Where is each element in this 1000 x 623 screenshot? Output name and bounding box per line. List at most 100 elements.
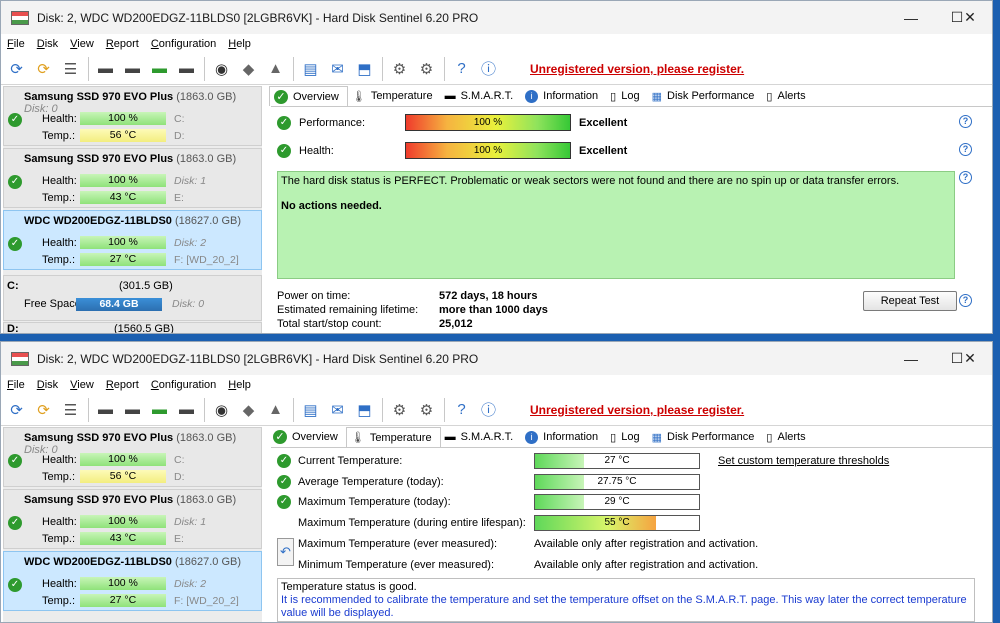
menu-view[interactable]: View [70, 38, 94, 50]
temp-row-label: Average Temperature (today): [298, 475, 444, 488]
refresh-all-icon[interactable]: ⟳ [32, 399, 55, 421]
temp-status-text: Temperature status is good. [281, 581, 417, 593]
eraser-icon[interactable]: ◆ [237, 399, 260, 421]
tab-information[interactable]: i Information [521, 427, 606, 447]
temp-row-label: Maximum Temperature (during entire lifes… [298, 516, 526, 529]
help-icon[interactable]: ? [959, 115, 972, 128]
mail-icon[interactable]: ✉ [326, 399, 349, 421]
title-bar[interactable]: Disk: 2, WDC WD200EDGZ-11BLDS0 [2LGBR6VK… [1, 1, 992, 34]
temp-label: Temp.: [42, 191, 76, 204]
unregistered-link[interactable]: Unregistered version, please register. [530, 403, 744, 417]
tab-overview[interactable]: ✓ Overview [269, 86, 348, 106]
menu-disk[interactable]: Disk [37, 38, 58, 50]
menu-report[interactable]: Report [106, 38, 139, 50]
menu-file[interactable]: File [7, 38, 25, 50]
settings-icon[interactable]: ⚙ [415, 58, 438, 80]
menu-help[interactable]: Help [228, 38, 251, 50]
disk-icon[interactable]: ▬ [94, 399, 117, 421]
tab-smart[interactable]: ▬ S.M.A.R.T. [441, 427, 522, 447]
info-icon[interactable]: ⓘ [477, 58, 500, 80]
threshold-link[interactable]: Set custom temperature thresholds [718, 455, 889, 467]
menu-configuration[interactable]: Configuration [151, 38, 216, 50]
partition-d[interactable]: D: (1560.5 GB) [3, 322, 262, 333]
help-icon[interactable]: ? [450, 399, 473, 421]
partition-c[interactable]: C: (301.5 GB) Free Space 68.4 GB Disk: 0 [3, 275, 262, 321]
disk-search-icon[interactable]: ▬ [175, 58, 198, 80]
menu-report[interactable]: Report [106, 379, 139, 391]
menu-file[interactable]: File [7, 379, 25, 391]
refresh-icon[interactable]: ⟳ [5, 399, 28, 421]
tab-temperature[interactable]: 🌡 Temperature [345, 427, 441, 447]
temp-status-box: Temperature status is good. It is recomm… [277, 578, 975, 622]
tab-temperature[interactable]: 🌡 Temperature [348, 86, 441, 106]
settings-icon[interactable]: ⚙ [415, 399, 438, 421]
disk-number: Disk: 2 [174, 577, 207, 590]
stamp-icon[interactable]: ▲ [264, 399, 287, 421]
disk-clock-icon[interactable]: ▬ [121, 399, 144, 421]
list-icon[interactable]: ☰ [59, 58, 82, 80]
globe-disk-icon[interactable]: ◉ [210, 58, 233, 80]
menu-configuration[interactable]: Configuration [151, 379, 216, 391]
repeat-test-button[interactable]: Repeat Test [863, 291, 957, 311]
stamp-icon[interactable]: ▲ [264, 58, 287, 80]
menu-help[interactable]: Help [228, 379, 251, 391]
menu-view[interactable]: View [70, 379, 94, 391]
disk-icon[interactable]: ▬ [94, 58, 117, 80]
tab-alerts[interactable]: ▯ Alerts [762, 86, 813, 106]
health-label: Health: [42, 112, 77, 125]
globe-disk-icon[interactable]: ◉ [210, 399, 233, 421]
unregistered-link[interactable]: Unregistered version, please register. [530, 62, 744, 76]
menu-disk[interactable]: Disk [37, 379, 58, 391]
disk-size: (1863.0 GB) [176, 91, 237, 103]
close-button[interactable]: ✕ [946, 342, 992, 375]
mail-icon[interactable]: ✉ [326, 58, 349, 80]
tab-overview[interactable]: ✓ Overview [269, 427, 346, 447]
report-icon[interactable]: ▤ [299, 399, 322, 421]
disk-number: Disk: 1 [174, 174, 207, 187]
report-icon[interactable]: ▤ [299, 58, 322, 80]
detail-pane: ✓ Overview 🌡 Temperature ▬ S.M.A.R.T. i Info… [269, 86, 992, 333]
info-icon[interactable]: ⓘ [477, 399, 500, 421]
eraser-icon[interactable]: ◆ [237, 58, 260, 80]
tab-information[interactable]: i Information [521, 86, 606, 106]
temp-bar: 55 °C [534, 514, 700, 531]
help-icon[interactable]: ? [959, 143, 972, 156]
title-bar[interactable]: Disk: 2, WDC WD200EDGZ-11BLDS0 [2LGBR6VK… [1, 342, 992, 375]
network-icon[interactable]: ⬒ [353, 399, 376, 421]
disk-item-2[interactable]: WDC WD200EDGZ-11BLDS0 (18627.0 GB) ✓ Hea… [3, 210, 262, 270]
document-icon: ▯ [610, 90, 617, 103]
toolbar-separator [88, 56, 89, 81]
disk-item-1[interactable]: Samsung SSD 970 EVO Plus (1863.0 GB) ✓ H… [3, 148, 262, 208]
tab-disk-performance[interactable]: ▦ Disk Performance [648, 427, 763, 447]
temp-bar-value: 27 °C [604, 454, 630, 466]
network-icon[interactable]: ⬒ [353, 58, 376, 80]
check-icon: ✓ [277, 494, 291, 509]
help-icon[interactable]: ? [450, 58, 473, 80]
list-icon[interactable]: ☰ [59, 399, 82, 421]
tab-alerts[interactable]: ▯ Alerts [762, 427, 813, 447]
disk-list: Samsung SSD 970 EVO Plus (1863.0 GB) Dis… [3, 427, 262, 622]
help-icon[interactable]: ? [959, 294, 972, 307]
disk-clock-icon[interactable]: ▬ [121, 58, 144, 80]
refresh-all-icon[interactable]: ⟳ [32, 58, 55, 80]
health-value: 100 % [80, 577, 166, 590]
gear-icon[interactable]: ⚙ [388, 58, 411, 80]
disk-check-icon[interactable]: ▬ [148, 58, 171, 80]
minimize-button[interactable]: — [888, 1, 934, 34]
disk-item-0[interactable]: Samsung SSD 970 EVO Plus (1863.0 GB) Dis… [3, 86, 262, 146]
tab-disk-performance[interactable]: ▦ Disk Performance [648, 86, 763, 106]
tab-smart[interactable]: ▬ S.M.A.R.T. [441, 86, 522, 106]
gear-icon[interactable]: ⚙ [388, 399, 411, 421]
tab-log[interactable]: ▯ Log [606, 427, 647, 447]
minimize-button[interactable]: — [888, 342, 934, 375]
status-box: The hard disk status is PERFECT. Problem… [277, 171, 955, 279]
refresh-icon[interactable]: ⟳ [5, 58, 28, 80]
disk-check-icon[interactable]: ▬ [148, 399, 171, 421]
disk-item-2[interactable]: WDC WD200EDGZ-11BLDS0 (18627.0 GB) ✓ Hea… [3, 551, 262, 611]
close-button[interactable]: ✕ [946, 1, 992, 34]
tab-log[interactable]: ▯ Log [606, 86, 647, 106]
disk-item-0[interactable]: Samsung SSD 970 EVO Plus (1863.0 GB) Dis… [3, 427, 262, 487]
help-icon[interactable]: ? [959, 171, 972, 184]
disk-search-icon[interactable]: ▬ [175, 399, 198, 421]
disk-item-1[interactable]: Samsung SSD 970 EVO Plus (1863.0 GB) ✓ H… [3, 489, 262, 549]
